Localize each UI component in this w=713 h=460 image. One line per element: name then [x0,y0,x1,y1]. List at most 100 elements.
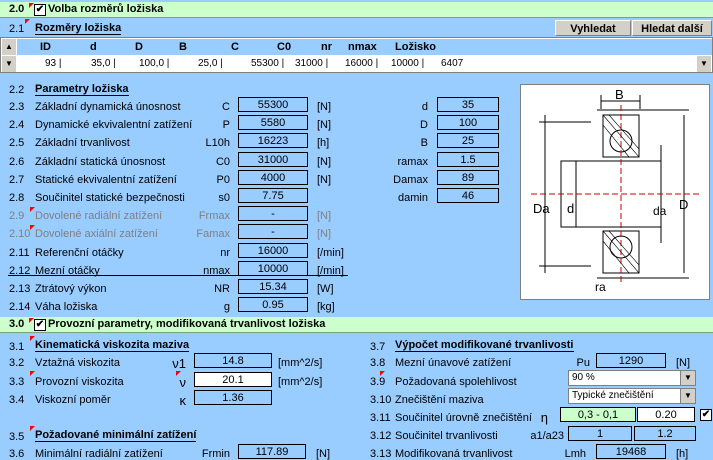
dimension-value: 89 [437,169,499,185]
life-factor-label: Součinitel trvanlivosti [395,430,498,442]
table-row[interactable]: 93 | 35,0 | 100,0 | 25,0 | 55300 | 31000… [17,56,698,72]
param-unit: [N] [317,155,332,168]
param-value: 31000 [238,151,308,167]
row-number: 3.6 [9,448,25,460]
param-value: - [238,206,308,222]
row-number: 3.2 [9,357,25,369]
param-symbol: C [222,101,230,113]
comment-marker [30,225,35,230]
param-unit: [N] [317,119,332,132]
param-symbol: s0 [218,192,230,204]
param-unit: [N] [317,101,332,113]
viscosity-symbol: ν [179,375,187,390]
param-value: 16223 [238,133,308,149]
param-unit: [h] [317,137,330,150]
viscosity-value[interactable]: 20.1 [194,372,272,387]
param-value: - [238,224,308,240]
viscosity-label: Vztažná viskozita [35,357,120,369]
section-title: Volba rozměrů ložiska [48,3,164,15]
life-factor-a23: 1.2 [634,426,696,441]
chevron-down-icon[interactable]: ▼ [680,371,695,385]
reliability-select[interactable]: 90 % ▼ [568,370,696,386]
row-number: 2.2 [9,84,25,96]
life-factor-a1: 1 [568,426,632,441]
reliability-label: Požadovaná spolehlivost [395,376,517,388]
comment-marker [29,3,34,8]
row-number: 2.7 [9,173,25,186]
col-C0: C0 [277,41,292,53]
section-title-parametry: Parametry ložiska [35,83,129,96]
param-value: 0.95 [238,297,308,313]
col-nmax: nmax [348,41,377,53]
param-symbol: P0 [216,173,230,186]
param-value: 15.34 [238,279,308,294]
minload-symbol: Frmin [201,448,230,460]
section-title: Provozní parametry, modifikovaná trvanli… [48,318,326,330]
chevron-down-icon[interactable]: ▼ [680,389,695,403]
dimension-symbol: d [421,101,428,113]
bearing-list[interactable]: ▲ ▼ ID d D B C C0 nr nmax Ložisko 93 | 3… [0,37,713,73]
col-nr: nr [321,41,332,53]
section-3-0-checkbox[interactable]: ✔ [34,319,46,331]
row-number: 3.11 [370,412,391,424]
row-number: 2.14 [9,301,31,314]
dimension-value: 25 [437,133,499,149]
contamination-select[interactable]: Typické znečištění ▼ [568,388,696,404]
dimension-symbol: B [420,137,428,150]
row-number: 3.3 [9,376,25,388]
row-number: 3.8 [370,357,386,369]
param-value: 7.75 [238,188,308,203]
section-number: 2.0 [9,3,25,15]
fatigue-limit-symbol: Pu [576,357,590,369]
dimension-value: 35 [437,97,499,112]
viscosity-symbol: κ [179,393,187,408]
viscosity-value: 1.36 [194,390,272,405]
row-number: 2.3 [9,101,25,113]
param-unit: [kg] [317,301,335,314]
contamination-factor-range: 0,3 - 0,1 [560,407,636,422]
row-number: 2.9 [9,210,25,223]
param-label: Základní trvanlivost [35,137,130,150]
contamination-factor-checkbox[interactable]: ✔ [700,409,712,421]
param-unit: [N] [317,210,332,223]
scroll-up-icon[interactable]: ▲ [2,39,16,55]
row-number: 3.12 [370,430,392,442]
minload-unit: [N] [316,448,331,460]
param-label: Statické ekvivalentní zatížení [35,173,177,186]
dropdown-arrow-icon[interactable]: ▼ [697,56,711,72]
viscosity-label: Provozní viskozita [35,376,124,388]
search-next-button[interactable]: Hledat další [632,20,712,36]
viscosity-label: Viskozní poměr [35,394,111,406]
section-title-min-load: Požadované minimální zatížení [35,429,197,442]
scroll-down-icon[interactable]: ▼ [2,56,16,72]
param-value: 55300 [238,97,308,112]
bearing-table-header: ID d D B C C0 nr nmax Ložisko [17,39,712,55]
viscosity-unit: [mm^2/s] [278,376,323,388]
drawing-label-ra: ra [595,280,606,294]
contamination-factor-input[interactable]: 0.20 [637,407,695,422]
param-unit: [N] [317,228,332,241]
param-unit: [/min] [317,246,344,259]
section-title-modified-life: Výpočet modifikované trvanlivosti [395,339,574,352]
section-title-viskozita: Kinematická viskozita maziva [35,339,190,352]
param-label: Dynamické ekvivalentní zatížení [35,119,193,132]
reliability-select-value: 90 % [572,372,595,383]
row-number: 2.6 [9,155,25,168]
param-label: Referenční otáčky [35,246,124,259]
eta-symbol: η [540,410,548,425]
param-value: 16000 [238,242,308,258]
row-number: 3.9 [370,376,386,388]
col-C: C [231,41,239,53]
fatigue-limit-value: 1290 [596,353,666,368]
section-number: 3.0 [9,318,25,330]
search-button[interactable]: Vyhledat [555,20,631,36]
section-2-0-checkbox[interactable]: ✔ [34,4,46,16]
bearing-cross-section-icon: B Da d da D ra [531,87,699,294]
strike-line [8,275,348,276]
comment-marker [25,19,30,24]
modified-life-label: Modifikovaná trvanlivost [395,448,513,460]
minload-label: Minimální radiální zatížení [35,448,163,460]
contamination-select-value: Typické znečištění [572,390,654,401]
comment-marker [176,371,181,376]
param-value: 5580 [238,115,308,131]
